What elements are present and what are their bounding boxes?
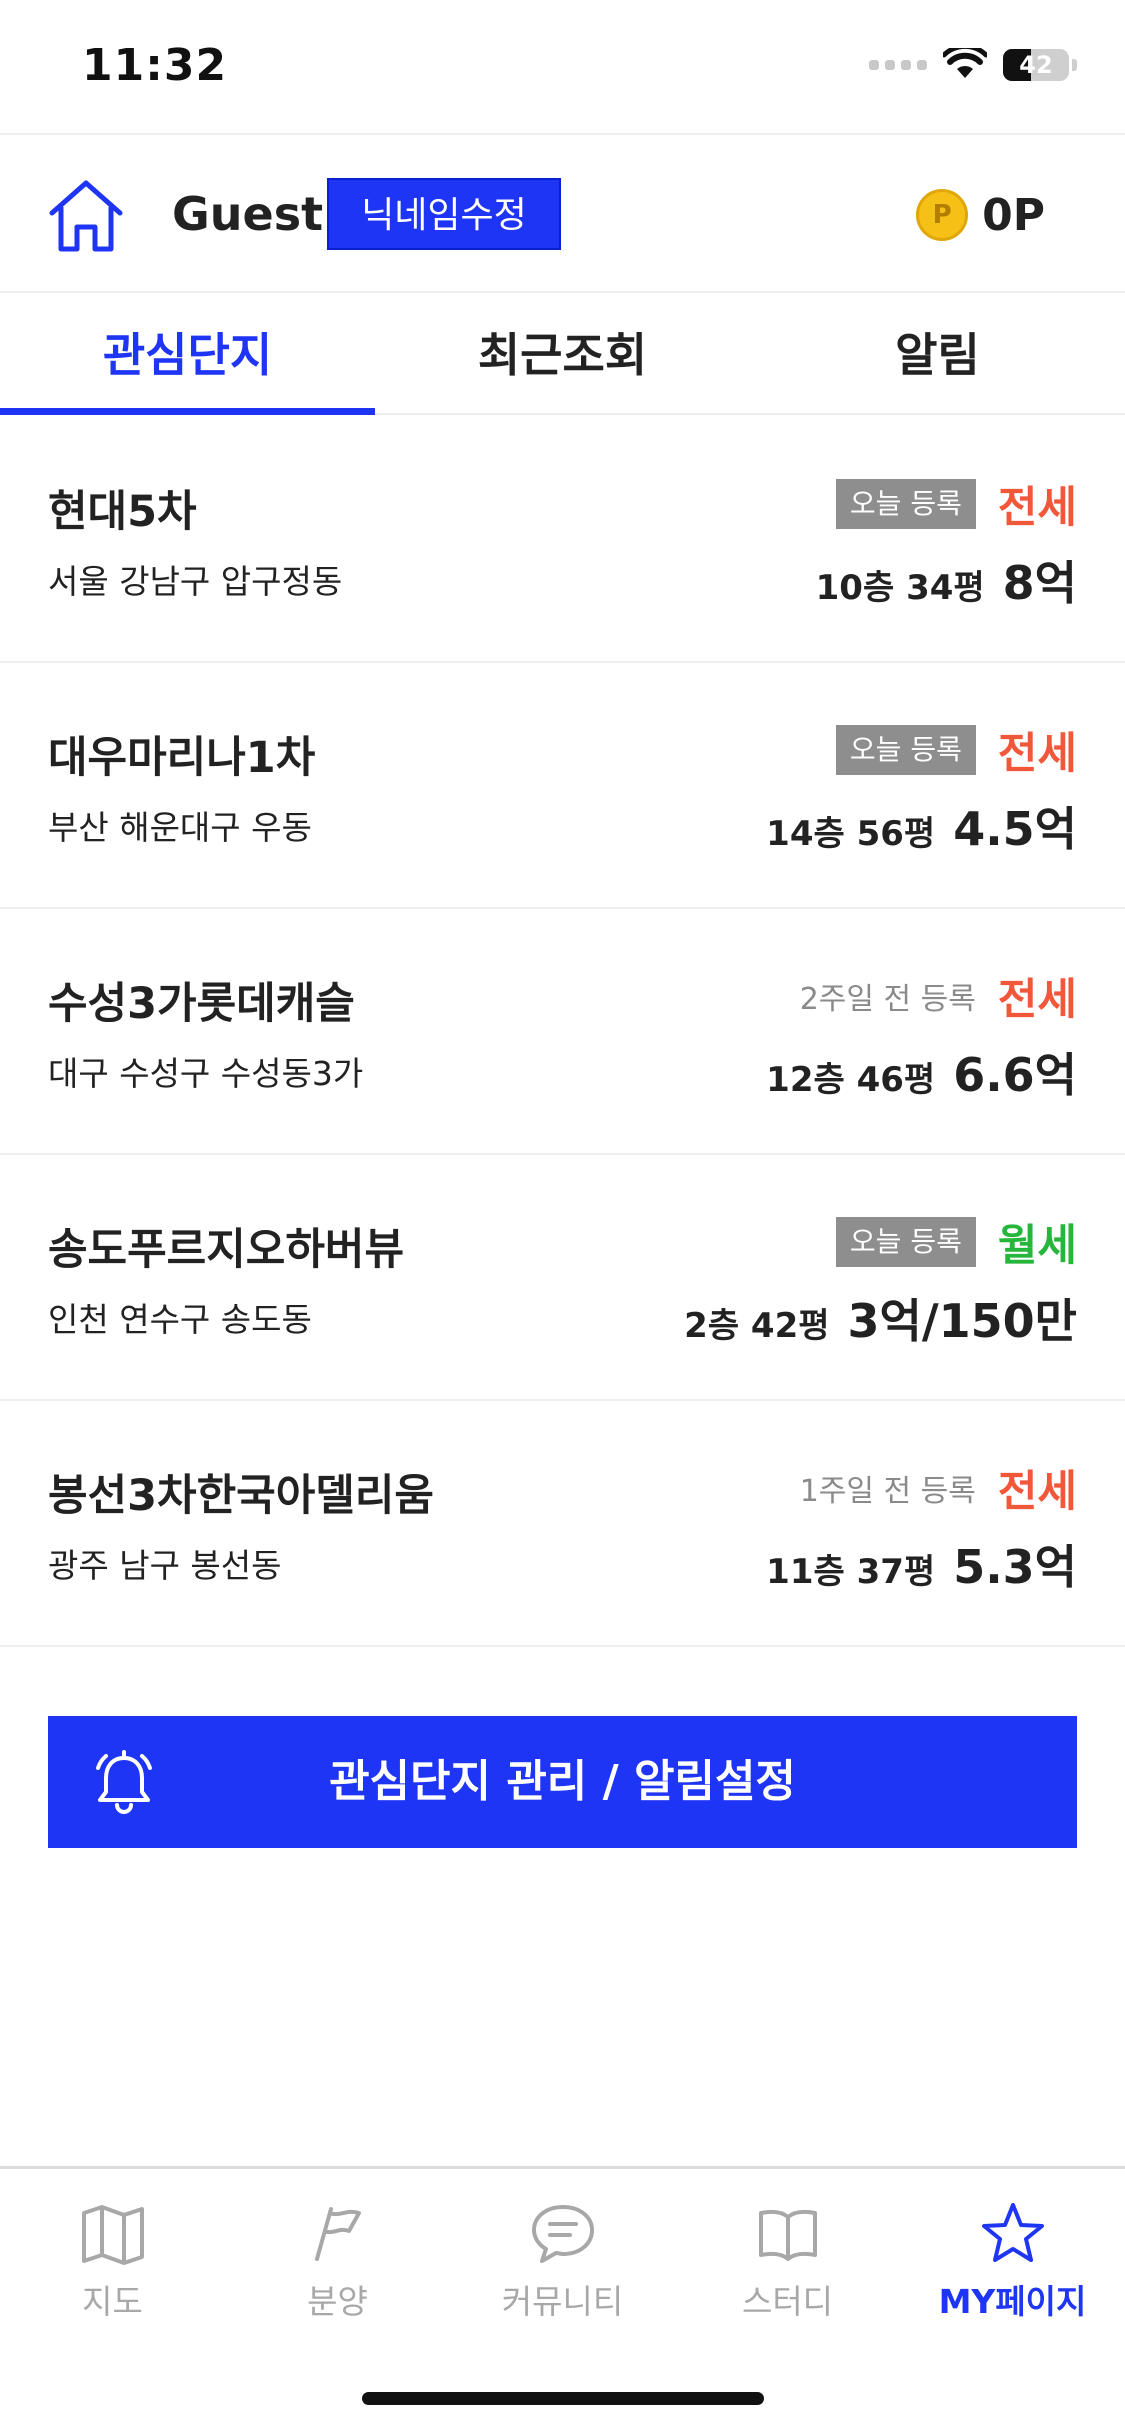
complex-name: 대우마리나1차 (48, 733, 316, 783)
coin-icon: P (916, 189, 969, 241)
status-bar: 11:32 42 (0, 0, 1125, 135)
complex-name: 송도푸르지오하버뷰 (48, 1225, 405, 1275)
nav-map[interactable]: 지도 (0, 2169, 225, 2329)
complex-address: 대구 수성구 수성동3가 (48, 1054, 364, 1093)
profile-header: Guest 닉네임수정 P 0P (0, 133, 1125, 293)
tab-favorites[interactable]: 관심단지 (0, 295, 375, 415)
points-value: 0P (982, 189, 1045, 241)
complex-address: 인천 연수구 송도동 (48, 1300, 312, 1339)
deal-type: 전세 (997, 975, 1077, 1025)
complex-address: 광주 남구 봉선동 (48, 1546, 282, 1585)
status-time: 11:32 (82, 40, 228, 91)
complex-address: 서울 강남구 압구정동 (48, 562, 343, 601)
complex-name: 수성3가롯데캐슬 (48, 979, 355, 1029)
nav-label: 스터디 (741, 2282, 834, 2321)
battery-icon: 42 (1003, 49, 1069, 81)
list-item[interactable]: 송도푸르지오하버뷰 인천 연수구 송도동 오늘 등록 월세 2층 42평 3억/… (0, 1155, 1125, 1401)
user-name: Guest (172, 187, 324, 241)
price: 6.6억 (953, 1048, 1077, 1102)
home-indicator (362, 2392, 764, 2405)
manage-button-label: 관심단지 관리 / 알림설정 (329, 1756, 796, 1807)
nav-label: 분양 (307, 2282, 368, 2321)
tab-bar: 관심단지 최근조회 알림 (0, 295, 1125, 415)
tab-notifications[interactable]: 알림 (750, 295, 1125, 413)
manage-favorites-button[interactable]: 관심단지 관리 / 알림설정 (48, 1716, 1077, 1848)
nav-mypage[interactable]: MY페이지 (900, 2169, 1125, 2329)
registered-label: 오늘 등록 (835, 1217, 976, 1267)
nav-community[interactable]: 커뮤니티 (450, 2169, 675, 2329)
map-icon (81, 2205, 144, 2265)
floor-size: 2층 42평 (684, 1306, 830, 1346)
deal-type: 전세 (997, 1467, 1077, 1517)
nav-label: MY페이지 (938, 2282, 1087, 2321)
list-item[interactable]: 수성3가롯데캐슬 대구 수성구 수성동3가 2주일 전 등록 전세 12층 46… (0, 909, 1125, 1155)
favorite-list: 현대5차 서울 강남구 압구정동 오늘 등록 전세 10층 34평 8억 대우마… (0, 417, 1125, 1647)
floor-size: 10층 34평 (815, 568, 985, 608)
list-item[interactable]: 봉선3차한국아델리움 광주 남구 봉선동 1주일 전 등록 전세 11층 37평… (0, 1401, 1125, 1647)
price: 3억/150만 (847, 1294, 1077, 1348)
flag-icon (314, 2207, 361, 2261)
floor-size: 12층 46평 (766, 1060, 936, 1100)
registered-label: 오늘 등록 (835, 479, 976, 529)
price: 5.3억 (953, 1540, 1077, 1594)
star-icon (981, 2203, 1044, 2262)
price: 4.5억 (953, 802, 1077, 856)
price: 8억 (1002, 556, 1077, 610)
complex-address: 부산 해운대구 우동 (48, 808, 312, 847)
floor-size: 14층 56평 (766, 814, 936, 854)
nav-label: 커뮤니티 (501, 2282, 624, 2321)
registered-label: 오늘 등록 (835, 725, 976, 775)
deal-type: 전세 (997, 483, 1077, 533)
deal-type: 전세 (997, 729, 1077, 779)
tab-recent[interactable]: 최근조회 (375, 295, 750, 413)
complex-name: 봉선3차한국아델리움 (48, 1471, 434, 1521)
edit-nickname-button[interactable]: 닉네임수정 (327, 178, 561, 250)
home-icon[interactable] (44, 173, 128, 257)
nav-label: 지도 (82, 2282, 143, 2321)
registered-label: 2주일 전 등록 (799, 982, 976, 1017)
nav-study[interactable]: 스터디 (675, 2169, 900, 2329)
deal-type: 월세 (997, 1221, 1077, 1271)
cellular-signal-icon (869, 60, 927, 70)
floor-size: 11층 37평 (766, 1552, 936, 1592)
battery-cap (1072, 59, 1077, 71)
points-display[interactable]: P 0P (916, 189, 1045, 241)
book-icon (758, 2209, 817, 2261)
list-item[interactable]: 대우마리나1차 부산 해운대구 우동 오늘 등록 전세 14층 56평 4.5억 (0, 663, 1125, 909)
complex-name: 현대5차 (48, 487, 197, 537)
registered-label: 1주일 전 등록 (799, 1474, 976, 1509)
status-icons: 42 (869, 48, 1077, 82)
list-item[interactable]: 현대5차 서울 강남구 압구정동 오늘 등록 전세 10층 34평 8억 (0, 417, 1125, 663)
nav-presale[interactable]: 분양 (225, 2169, 450, 2329)
chat-icon (531, 2205, 594, 2263)
battery-percent: 42 (1019, 51, 1053, 79)
wifi-icon (943, 48, 987, 78)
